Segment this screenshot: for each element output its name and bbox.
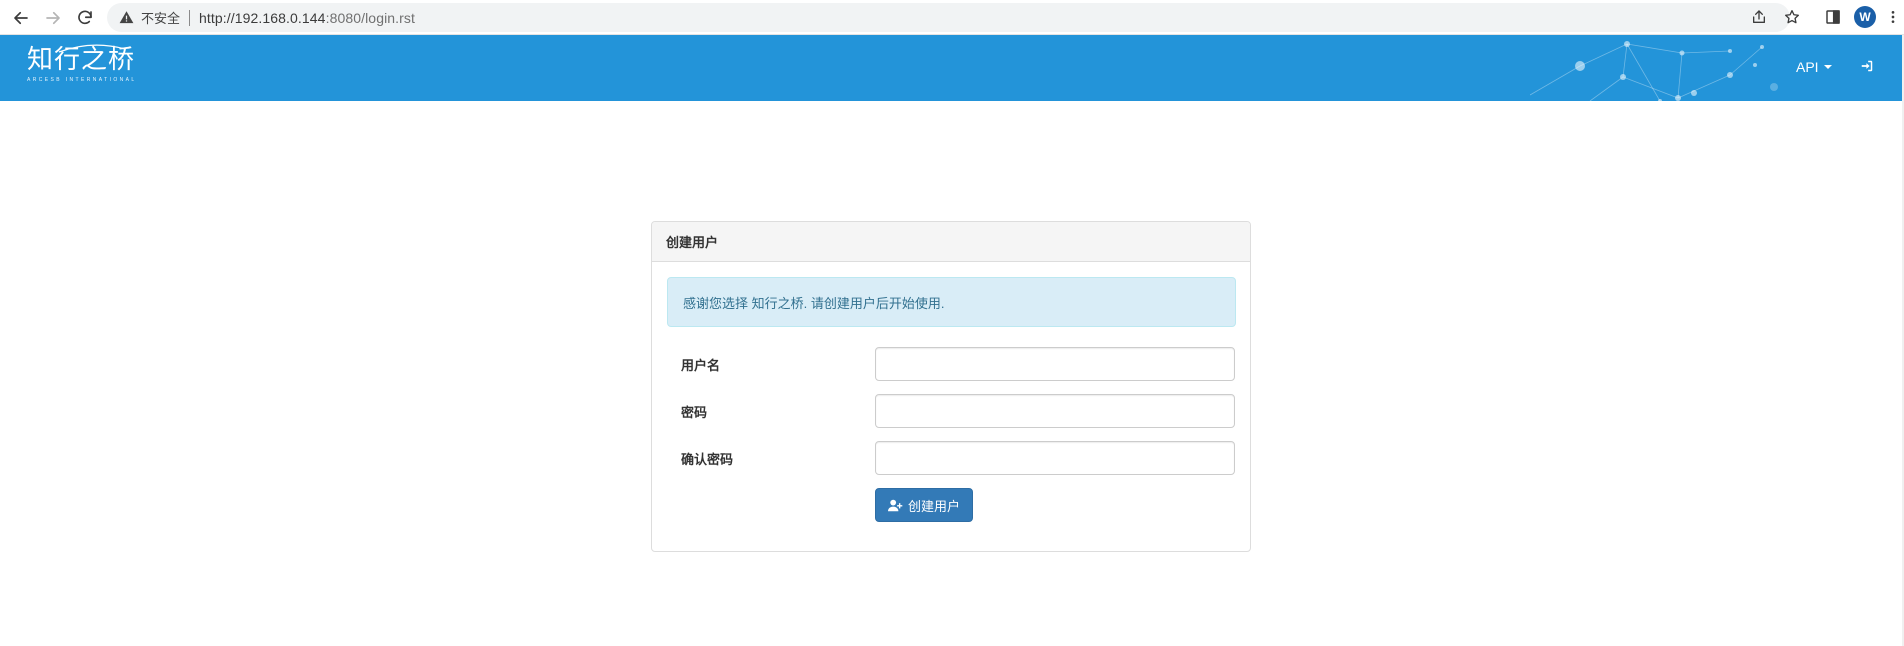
back-button[interactable]: [8, 5, 34, 31]
api-menu-label: API: [1796, 59, 1819, 75]
info-alert: 感谢您选择 知行之桥. 请创建用户后开始使用.: [667, 277, 1236, 327]
sign-in-icon[interactable]: [1858, 57, 1876, 75]
share-icon[interactable]: [1749, 7, 1769, 27]
confirm-password-input[interactable]: [875, 441, 1235, 475]
url-text[interactable]: http://192.168.0.144:8080/login.rst: [199, 10, 415, 26]
form-row-confirm-password: 确认密码: [652, 441, 1252, 475]
forward-button[interactable]: [40, 5, 66, 31]
side-panel-icon[interactable]: [1822, 6, 1844, 28]
more-menu-icon[interactable]: [1882, 6, 1904, 28]
bookmark-star-icon[interactable]: [1782, 7, 1802, 27]
security-status-label[interactable]: 不安全: [141, 8, 180, 27]
username-input[interactable]: [875, 347, 1235, 381]
user-plus-icon: [887, 499, 903, 512]
arrow-right-icon: [44, 9, 62, 27]
create-user-panel: 创建用户 感谢您选择 知行之桥. 请创建用户后开始使用. 用户名 密码 确认密码…: [651, 221, 1251, 552]
confirm-password-label: 确认密码: [681, 452, 734, 467]
profile-avatar[interactable]: W: [1854, 6, 1876, 28]
logo-subtitle: ARCESB INTERNATIONAL: [27, 77, 137, 83]
create-user-button-label: 创建用户: [907, 498, 960, 514]
form-row-password: 密码: [652, 394, 1252, 428]
reload-button[interactable]: [72, 5, 98, 31]
password-label: 密码: [681, 405, 708, 420]
api-dropdown[interactable]: API: [1796, 59, 1832, 75]
warning-triangle-icon[interactable]: [119, 10, 135, 26]
brand-logo[interactable]: 知行之桥 ARCESB INTERNATIONAL: [27, 44, 137, 83]
panel-title: 创建用户: [652, 222, 1250, 262]
app-header: 知行之桥 ARCESB INTERNATIONAL API: [0, 35, 1904, 101]
arrow-left-icon: [12, 9, 30, 27]
browser-toolbar: 不安全 http://192.168.0.144:8080/login.rst …: [0, 0, 1904, 35]
caret-down-icon: [1823, 65, 1832, 69]
password-input[interactable]: [875, 394, 1235, 428]
form-row-username: 用户名: [652, 347, 1252, 381]
url-path: :8080/login.rst: [325, 9, 416, 26]
reload-icon: [76, 9, 94, 27]
username-label: 用户名: [681, 358, 721, 373]
create-user-button[interactable]: 创建用户: [875, 488, 973, 522]
logo-swoosh-icon: [58, 44, 126, 53]
omnibox-divider: [189, 9, 191, 26]
url-host: http://192.168.0.144: [199, 9, 326, 26]
address-bar[interactable]: 不安全 http://192.168.0.144:8080/login.rst: [107, 3, 1790, 32]
